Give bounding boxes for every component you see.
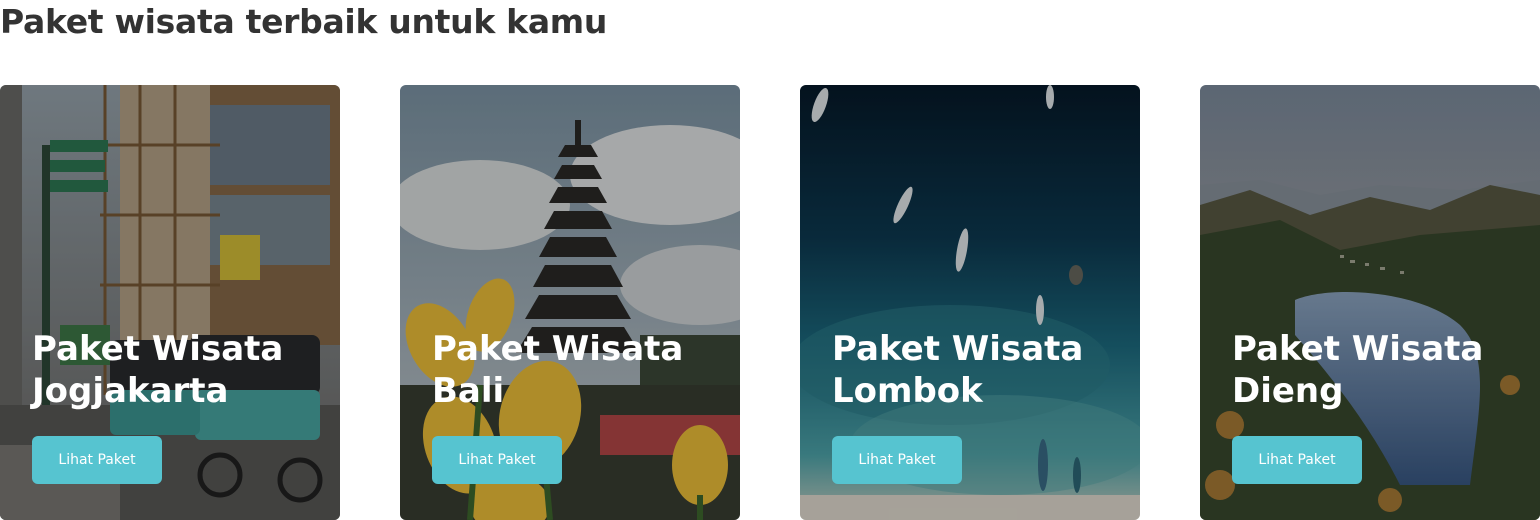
card-title-line1: Paket Wisata <box>432 329 684 369</box>
card-title-line2: Bali <box>432 371 505 411</box>
view-package-button-dieng[interactable]: Lihat Paket <box>1232 436 1362 484</box>
card-title-line2: Jogjakarta <box>32 371 229 411</box>
view-package-button-jogjakarta[interactable]: Lihat Paket <box>32 436 162 484</box>
view-package-button-lombok[interactable]: Lihat Paket <box>832 436 962 484</box>
card-title-line1: Paket Wisata <box>32 329 284 369</box>
travel-packages-section: Paket wisata terbaik untuk kamu Paket Wi… <box>0 0 1540 520</box>
section-title: Paket wisata terbaik untuk kamu <box>0 2 608 41</box>
view-package-button-bali[interactable]: Lihat Paket <box>432 436 562 484</box>
card-title: Paket Wisata Dieng <box>1232 328 1522 412</box>
card-title: Paket Wisata Bali <box>432 328 722 412</box>
card-title-line1: Paket Wisata <box>832 329 1084 369</box>
package-card-dieng: Paket Wisata Dieng Lihat Paket <box>1200 85 1540 520</box>
card-title-line1: Paket Wisata <box>1232 329 1484 369</box>
package-card-jogjakarta: Paket Wisata Jogjakarta Lihat Paket <box>0 85 340 520</box>
card-title-line2: Dieng <box>1232 371 1344 411</box>
card-title: Paket Wisata Jogjakarta <box>32 328 322 412</box>
card-title-line2: Lombok <box>832 371 983 411</box>
card-title: Paket Wisata Lombok <box>832 328 1122 412</box>
package-card-bali: Paket Wisata Bali Lihat Paket <box>400 85 740 520</box>
package-card-lombok: Paket Wisata Lombok Lihat Paket <box>800 85 1140 520</box>
